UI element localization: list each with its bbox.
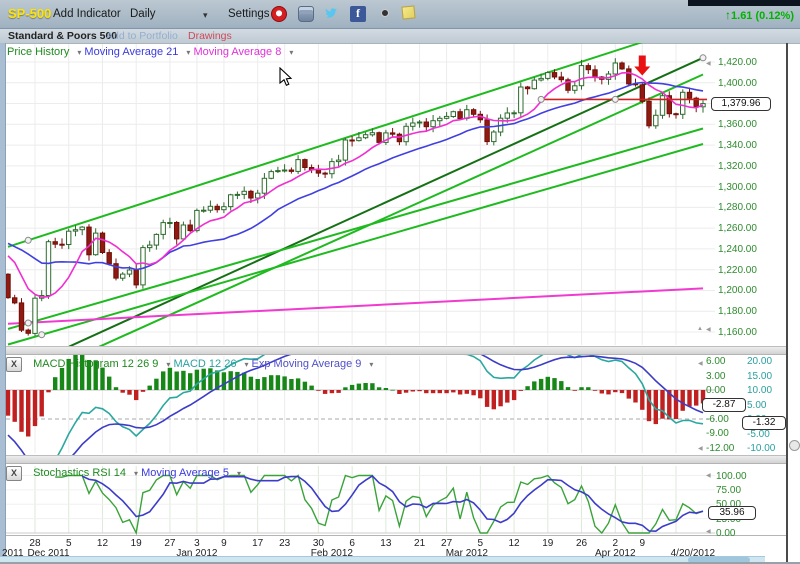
caret-down-icon[interactable]: ▾ (134, 469, 138, 478)
stochastics-legend: X Stochastics RSI 14▾ Moving Average 5▾ (6, 466, 241, 481)
settings-button[interactable]: Settings (228, 8, 270, 20)
symbol-full-name: Standard & Poors 500 (8, 30, 117, 42)
alert-icon[interactable] (271, 6, 287, 22)
date-axis (0, 535, 786, 557)
twitter-icon[interactable] (324, 6, 340, 22)
timeframe-caret-icon[interactable]: ▾ (203, 10, 208, 21)
price-legend: Price History▾ Moving Average 21▾ Moving… (7, 46, 293, 58)
macd-value-badge: -1.32 (742, 416, 786, 430)
drawing-handle[interactable] (538, 96, 544, 102)
macd-dropdown[interactable]: MACD 12 26 (173, 358, 236, 370)
trendline[interactable] (8, 288, 703, 323)
drawing-handle[interactable] (25, 320, 31, 326)
axis-scroll-arrow-icon[interactable]: ▲ (697, 326, 703, 332)
axis-scroll-arrow-icon[interactable]: ◀ (706, 60, 711, 67)
moving-average-5-dropdown[interactable]: Moving Average 5 (141, 467, 229, 479)
net-change: ↑1.61 (0.12%) (700, 8, 794, 22)
panel-separator[interactable] (0, 346, 786, 355)
drawing-handle[interactable] (25, 237, 31, 243)
macd-histogram-badge: -2.87 (702, 398, 746, 412)
macd-legend: X MACD Histogram 12 26 9▾ MACD 12 26▾ Ex… (6, 357, 373, 372)
axis-scroll-arrow-icon[interactable]: ◀ (698, 445, 703, 452)
symbol-subbar: Standard & Poors 500 Add to Portfolio Dr… (0, 29, 800, 44)
drawing-handle[interactable] (612, 96, 618, 102)
price-history-dropdown[interactable]: Price History (7, 46, 69, 58)
add-to-portfolio-link[interactable]: Add to Portfolio (106, 30, 178, 42)
caret-down-icon[interactable]: ▾ (186, 48, 190, 57)
toolbar: SP-500 Add Indicator Daily ▾ Settings f … (0, 0, 800, 29)
add-indicator-button[interactable]: Add Indicator (53, 8, 121, 20)
macd-close-button[interactable]: X (6, 357, 22, 372)
axis-reset-icon[interactable] (789, 440, 800, 451)
moving-average-21-dropdown[interactable]: Moving Average 21 (84, 46, 178, 58)
caret-down-icon[interactable]: ▾ (77, 48, 81, 57)
stochastics-close-button[interactable]: X (6, 466, 22, 481)
caret-down-icon[interactable]: ▾ (369, 360, 373, 369)
caret-down-icon[interactable]: ▾ (289, 48, 293, 57)
timeframe-select[interactable]: Daily (130, 8, 156, 20)
red-down-arrow[interactable] (634, 56, 650, 76)
axis-scroll-arrow-icon[interactable]: ◀ (706, 528, 711, 535)
facebook-icon[interactable]: f (350, 6, 366, 22)
trendline[interactable] (21, 58, 702, 346)
window-chrome-strip (688, 0, 800, 6)
axis-scroll-arrow-icon[interactable]: ◀ (706, 326, 711, 333)
caret-down-icon[interactable]: ▾ (244, 360, 248, 369)
exp-moving-average-dropdown[interactable]: Exp Moving Average 9 (252, 358, 362, 370)
drawings-link[interactable]: Drawings (188, 30, 232, 42)
last-price-badge: 1,379.96 (711, 97, 771, 111)
caret-down-icon[interactable]: ▾ (166, 360, 170, 369)
axis-scroll-arrow-icon[interactable]: ◀ (698, 360, 703, 367)
chart-window: SP-500 Add Indicator Daily ▾ Settings f … (0, 0, 800, 564)
window-right-border (786, 43, 788, 562)
price-trendlines (8, 43, 703, 346)
axis-scroll-arrow-icon[interactable]: ◀ (706, 472, 711, 479)
price-chart-canvas[interactable] (0, 43, 786, 346)
database-icon[interactable] (298, 6, 314, 22)
drawing-handle[interactable] (39, 332, 45, 338)
moving-average-8-dropdown[interactable]: Moving Average 8 (193, 46, 281, 58)
stochastics-rsi-dropdown[interactable]: Stochastics RSI 14 (33, 467, 126, 479)
symbol-tab[interactable]: SP-500 (8, 6, 51, 21)
macd-histogram-dropdown[interactable]: MACD Histogram 12 26 9 (33, 358, 158, 370)
stochastics-badge: 35.96 (708, 506, 756, 520)
panel-separator[interactable] (0, 455, 786, 464)
caret-down-icon[interactable]: ▾ (237, 469, 241, 478)
note-icon[interactable] (401, 5, 415, 19)
